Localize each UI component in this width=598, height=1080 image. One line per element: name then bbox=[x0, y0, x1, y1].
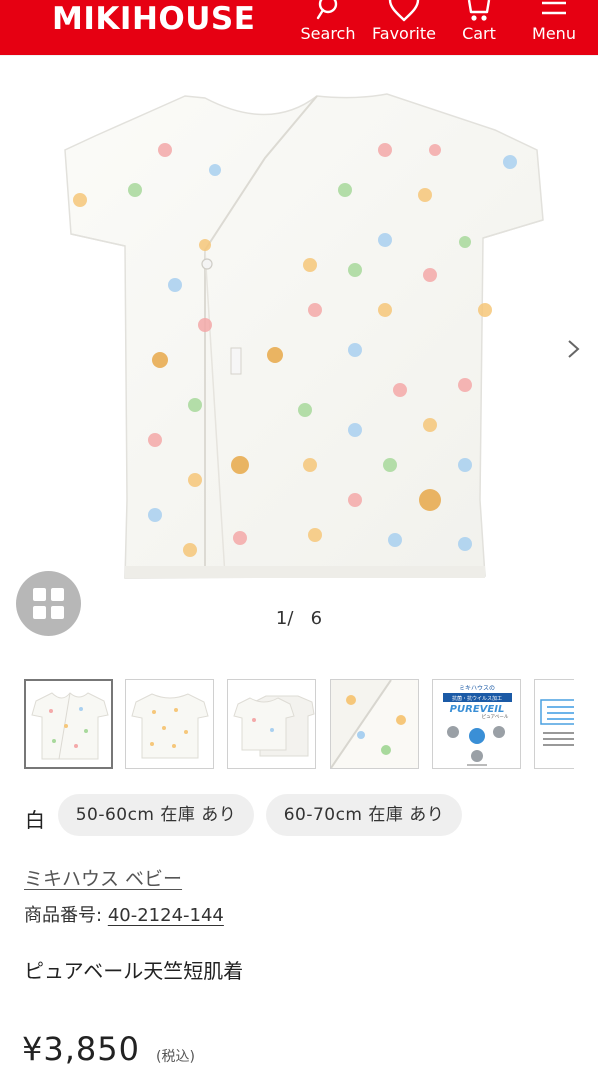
nav-menu-label: Menu bbox=[532, 24, 576, 43]
cart-icon bbox=[467, 0, 491, 21]
menu-icon bbox=[542, 1, 566, 15]
sku-label: 商品番号: bbox=[24, 905, 103, 926]
thumbnail-detail-image bbox=[331, 680, 418, 768]
thumbnail-back-image bbox=[131, 693, 209, 759]
thumbnail-pureveil-info[interactable]: ミキハウスの 抗菌・抗ウイルス加工 PUREVEIL ピュアベール bbox=[432, 679, 521, 769]
header-divider bbox=[0, 55, 598, 56]
sku-link[interactable]: 40-2124-144 bbox=[108, 905, 224, 926]
product-name: ピュアベール天竺短肌着 bbox=[24, 959, 244, 983]
size-chip-60-70[interactable]: 60-70cm 在庫 あり bbox=[266, 794, 462, 836]
sku-row: 商品番号: 40-2124-144 bbox=[24, 901, 224, 927]
image-counter-total: 6 bbox=[310, 608, 323, 629]
thumbnail-front[interactable] bbox=[24, 679, 113, 769]
image-counter-current: 1/ bbox=[275, 608, 294, 629]
pureveil-line2: 抗菌・抗ウイルス加工 bbox=[452, 695, 502, 702]
thumbnail-label-info[interactable] bbox=[534, 679, 574, 769]
nav-cart-label: Cart bbox=[462, 24, 496, 43]
nav-menu-button[interactable]: Menu bbox=[526, 0, 582, 55]
thumbnail-layered[interactable] bbox=[227, 679, 316, 769]
pureveil-sub: ピュアベール bbox=[482, 714, 509, 720]
site-header: MIKIHOUSE Search Favorite Cart Menu bbox=[0, 0, 598, 55]
thumbnail-layered-image bbox=[233, 695, 315, 757]
thumbnail-strip: ミキハウスの 抗菌・抗ウイルス加工 PUREVEIL ピュアベール bbox=[24, 679, 574, 769]
thumbnail-front-image bbox=[31, 692, 109, 760]
product-main-image[interactable] bbox=[55, 70, 555, 610]
thumbnail-detail[interactable] bbox=[330, 679, 419, 769]
nav-favorite-button[interactable]: Favorite bbox=[368, 0, 440, 55]
thumbnail-back[interactable] bbox=[125, 679, 214, 769]
tax-note: (税込) bbox=[156, 1049, 195, 1065]
color-label: 白 bbox=[25, 808, 45, 832]
heart-icon bbox=[388, 0, 420, 22]
thumbnail-pureveil-image: ミキハウスの 抗菌・抗ウイルス加工 PUREVEIL ピュアベール bbox=[443, 684, 512, 766]
next-image-chevron-icon[interactable] bbox=[560, 334, 588, 364]
size-chip-50-60[interactable]: 50-60cm 在庫 あり bbox=[58, 794, 254, 836]
image-counter: 1/ 6 bbox=[0, 608, 598, 629]
nav-search-label: Search bbox=[300, 24, 356, 43]
thumbnail-label-image bbox=[540, 699, 574, 746]
mikihouse-logo[interactable]: MIKIHOUSE bbox=[52, 3, 255, 35]
pureveil-line1: ミキハウスの bbox=[459, 684, 495, 692]
product-price: ¥3,850 bbox=[22, 1030, 140, 1068]
nav-search-button[interactable]: Search bbox=[296, 0, 360, 55]
brand-link[interactable]: ミキハウス ベビー bbox=[24, 864, 182, 891]
search-icon bbox=[316, 0, 338, 20]
nav-cart-button[interactable]: Cart bbox=[452, 0, 506, 55]
nav-favorite-label: Favorite bbox=[372, 24, 436, 43]
pureveil-brand: PUREVEIL bbox=[450, 704, 505, 715]
